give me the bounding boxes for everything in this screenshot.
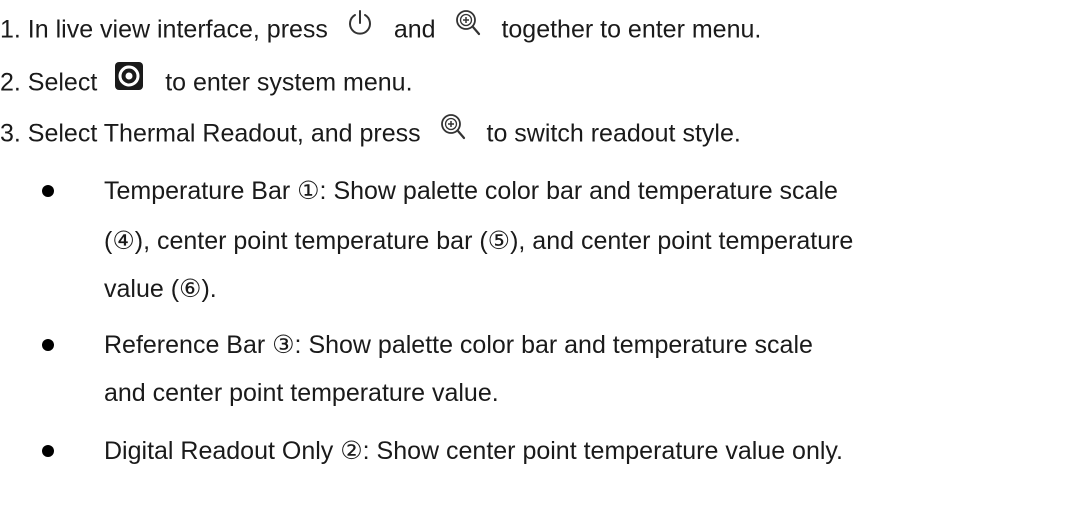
instructions-page: 1. In live view interface, press and tog…: [0, 0, 1082, 513]
bullet-3-line-1: Digital Readout Only ②: Show center poin…: [104, 437, 844, 465]
bullet-dot: [42, 185, 54, 197]
bullet-dot: [42, 445, 54, 457]
bullet-1-line-1: Temperature Bar ①: Show palette color ba…: [104, 177, 838, 205]
step-2-suffix: to enter system menu.: [165, 68, 413, 97]
step-1-suffix: together to enter menu.: [501, 15, 762, 44]
bullet-2-line-1: Reference Bar ③: Show palette color bar …: [104, 331, 813, 359]
step-2: 2. Select to enter system menu.: [0, 62, 413, 103]
step-2-prefix: 2. Select: [0, 68, 98, 97]
step-1: 1. In live view interface, press and tog…: [0, 10, 762, 49]
power-icon: [347, 9, 373, 45]
bullet-1-line-2: (④), center point temperature bar (⑤), a…: [104, 227, 854, 255]
settings-icon: [114, 61, 144, 99]
step-3-suffix: to switch readout style.: [486, 119, 741, 148]
bullet-dot: [42, 339, 54, 351]
step-3: 3. Select Thermal Readout, and press to …: [0, 114, 741, 153]
step-1-mid: and: [393, 15, 436, 44]
bullet-2-line-2: and center point temperature value.: [104, 379, 499, 407]
zoom-in-icon: [440, 113, 466, 149]
step-3-prefix: 3. Select Thermal Readout, and press: [0, 119, 421, 148]
bullet-1-line-3: value (⑥).: [104, 275, 217, 303]
step-1-prefix: 1. In live view interface, press: [0, 15, 328, 44]
zoom-in-icon: [455, 9, 481, 45]
